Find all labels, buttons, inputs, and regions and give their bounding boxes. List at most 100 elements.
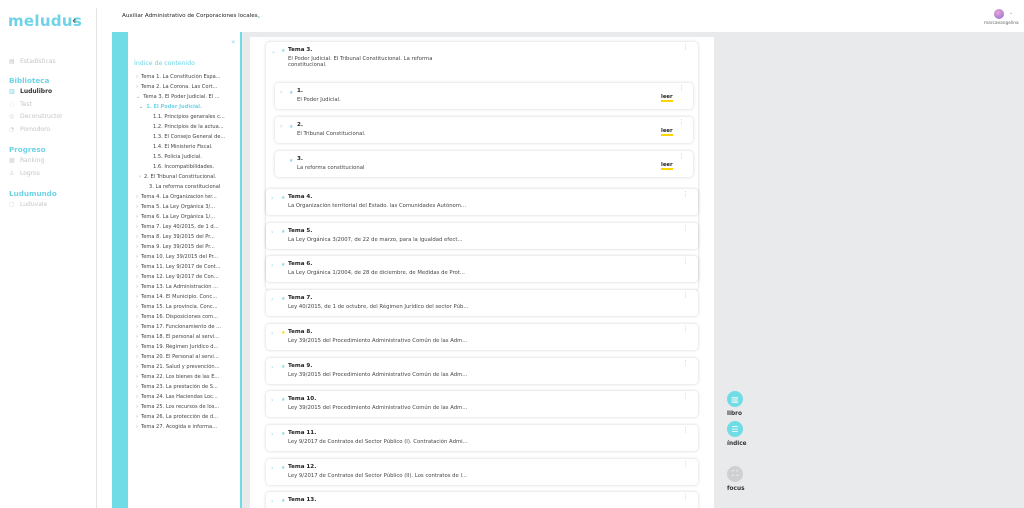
chevron-right-icon[interactable]: ›	[271, 229, 273, 236]
index-item[interactable]: › Tema 19. Régimen Jurídico d...	[136, 344, 238, 350]
index-item[interactable]: › Tema 22. Los bienes de las E...	[136, 374, 238, 380]
subsection-card[interactable]: › ★ 2. El Tribunal Constitucional. leer ⋮	[275, 117, 693, 143]
chevron-right-icon[interactable]: ›	[136, 194, 138, 200]
star-icon[interactable]: ★	[289, 158, 293, 164]
more-options-icon[interactable]: ⋮	[682, 191, 689, 198]
subsection-card[interactable]: › ★ 1. El Poder Judicial. leer ⋮	[275, 83, 693, 109]
chevron-right-icon[interactable]: ›	[271, 262, 273, 269]
index-item[interactable]: › Tema 9. Ley 39/2015 del Pr...	[136, 244, 238, 250]
index-item[interactable]: › Tema 7. Ley 40/2015, de 1 d...	[136, 224, 238, 230]
index-item[interactable]: 3. La reforma constitucional	[139, 184, 238, 190]
index-item[interactable]: 1.2. Principios de la actua...	[153, 124, 238, 130]
chevron-right-icon[interactable]: ›	[271, 364, 273, 371]
chevron-right-icon[interactable]: ›	[136, 344, 138, 350]
star-icon[interactable]: ★	[281, 195, 285, 201]
chevron-right-icon[interactable]: ›	[136, 364, 138, 370]
star-icon[interactable]: ★	[281, 48, 285, 54]
star-icon[interactable]: ★	[281, 229, 285, 235]
index-item[interactable]: ⌄ Tema 3. El Poder Judicial. El ...	[136, 94, 238, 100]
tema-card[interactable]: › ★ Tema 6. La Ley Orgánica 1/2004, de 28 d…	[266, 256, 698, 283]
star-icon[interactable]: ★	[281, 296, 285, 302]
index-item[interactable]: › Tema 26. La protección de d...	[136, 414, 238, 420]
more-options-icon[interactable]: ⋮	[682, 292, 689, 299]
chevron-right-icon[interactable]: ›	[136, 424, 138, 430]
subsection-card[interactable]: ★ 3. La reforma constitucional leer ⋮	[275, 151, 693, 177]
index-item[interactable]: › Tema 23. La prestación de S...	[136, 384, 238, 390]
index-item[interactable]: › Tema 21. Salud y prevención...	[136, 364, 238, 370]
chevron-down-icon[interactable]: ⌄	[1009, 10, 1013, 16]
chevron-right-icon[interactable]: ›	[136, 74, 138, 80]
chevron-right-icon[interactable]: ›	[136, 414, 138, 420]
more-options-icon[interactable]: ⋮	[682, 426, 689, 433]
index-item[interactable]: 1.6. Incompatibilidades.	[153, 164, 238, 170]
chevron-right-icon[interactable]: ›	[136, 224, 138, 230]
chevron-right-icon[interactable]: ›	[271, 431, 273, 438]
more-options-icon[interactable]: ⋮	[678, 119, 685, 126]
nav-item-deconstructor[interactable]: ◎ Deconstructor	[9, 113, 63, 120]
tema-card[interactable]: › ★ Tema 11. Ley 9/2017 de Contratos del Se…	[266, 424, 698, 451]
index-item[interactable]: › Tema 4. La Organización ter...	[136, 194, 238, 200]
nav-item-estadisticas[interactable]: ▤ Estadísticas	[9, 58, 56, 65]
nav-item-pomodoro[interactable]: ◔ Pomodoro	[9, 126, 50, 133]
more-options-icon[interactable]: ⋮	[682, 258, 689, 265]
star-icon[interactable]: ★	[289, 90, 293, 96]
tema-card[interactable]: › ★ Tema 9. Ley 39/2015 del Procedimiento A…	[266, 357, 698, 384]
index-item[interactable]: 1.4. El Ministerio Fiscal.	[153, 144, 238, 150]
index-item[interactable]: › Tema 1. La Constitución Espa...	[136, 74, 238, 80]
star-icon[interactable]: ★	[281, 397, 285, 403]
index-item[interactable]: › Tema 2. La Corona. Las Cort...	[136, 84, 238, 90]
chevron-right-icon[interactable]: ›	[136, 84, 138, 90]
chevron-right-icon[interactable]: ›	[280, 89, 282, 96]
collapse-index-icon[interactable]: «	[231, 38, 235, 46]
more-options-icon[interactable]: ⋮	[682, 359, 689, 366]
chevron-right-icon[interactable]: ›	[136, 294, 138, 300]
tema-card[interactable]: › ★ Tema 8. Ley 39/2015 del Procedimiento A…	[266, 323, 698, 350]
user-avatar[interactable]	[994, 9, 1004, 19]
index-item[interactable]: 1.1. Principios generales c...	[153, 114, 238, 120]
chevron-right-icon[interactable]: ›	[136, 374, 138, 380]
index-item[interactable]: › Tema 15. La provincia. Conc...	[136, 304, 238, 310]
chevron-down-icon[interactable]: ⌄	[271, 48, 276, 55]
index-item[interactable]: › Tema 24. Las Haciendas Loc...	[136, 394, 238, 400]
app-logo[interactable]: meludus	[8, 12, 82, 30]
chevron-right-icon[interactable]: ›	[136, 264, 138, 270]
more-options-icon[interactable]: ⋮	[682, 460, 689, 467]
index-item[interactable]: › Tema 18. El personal al servi...	[136, 334, 238, 340]
collapse-sidebar-icon[interactable]: ‹	[72, 14, 76, 27]
chevron-right-icon[interactable]: ›	[136, 234, 138, 240]
index-item[interactable]: › Tema 11. Ley 9/2017 de Cont...	[136, 264, 238, 270]
chevron-down-icon[interactable]: ⌄	[256, 12, 262, 20]
chevron-right-icon[interactable]: ›	[280, 123, 282, 130]
nav-item-luduvale[interactable]: ▢ Luduvale	[9, 201, 47, 208]
tema-card[interactable]: › ★ Tema 7. Ley 40/2015, de 1 de octubre, d…	[266, 290, 698, 317]
index-item[interactable]: 1.3. El Consejo General de...	[153, 134, 238, 140]
star-icon[interactable]: ★	[281, 431, 285, 437]
index-item[interactable]: › Tema 17. Funcionamiento de ...	[136, 324, 238, 330]
chevron-right-icon[interactable]: ›	[136, 384, 138, 390]
list-button[interactable]: ☰	[727, 421, 743, 437]
chevron-right-icon[interactable]: ›	[136, 284, 138, 290]
chevron-down-icon[interactable]: ⌄	[136, 94, 140, 100]
chevron-right-icon[interactable]: ›	[271, 296, 273, 303]
nav-item-ludulibro[interactable]: ▥ Ludulibro	[9, 88, 52, 95]
read-button[interactable]: leer	[661, 128, 673, 136]
nav-item-logros[interactable]: ♙ Logros	[9, 170, 40, 177]
star-icon[interactable]: ★	[281, 330, 285, 336]
index-item[interactable]: › 2. El Tribunal Constitucional.	[139, 174, 238, 180]
index-item[interactable]: › Tema 27. Acogida e informa...	[136, 424, 238, 430]
more-options-icon[interactable]: ⋮	[678, 153, 685, 160]
chevron-right-icon[interactable]: ›	[136, 204, 138, 210]
chevron-right-icon[interactable]: ›	[136, 244, 138, 250]
chevron-right-icon[interactable]: ›	[136, 394, 138, 400]
index-item[interactable]: › Tema 10. Ley 39/2015 del Pr...	[136, 254, 238, 260]
chevron-right-icon[interactable]: ›	[136, 334, 138, 340]
chevron-right-icon[interactable]: ›	[271, 195, 273, 202]
chevron-right-icon[interactable]: ›	[136, 254, 138, 260]
chevron-right-icon[interactable]: ›	[136, 274, 138, 280]
index-item[interactable]: › Tema 12. Ley 9/2017 de Con...	[136, 274, 238, 280]
index-item[interactable]: › Tema 16. Disposiciones com...	[136, 314, 238, 320]
index-item[interactable]: 1.5. Policía Judicial.	[153, 154, 238, 160]
more-options-icon[interactable]: ⋮	[682, 494, 689, 501]
more-options-icon[interactable]: ⋮	[678, 85, 685, 92]
chevron-right-icon[interactable]: ›	[136, 404, 138, 410]
